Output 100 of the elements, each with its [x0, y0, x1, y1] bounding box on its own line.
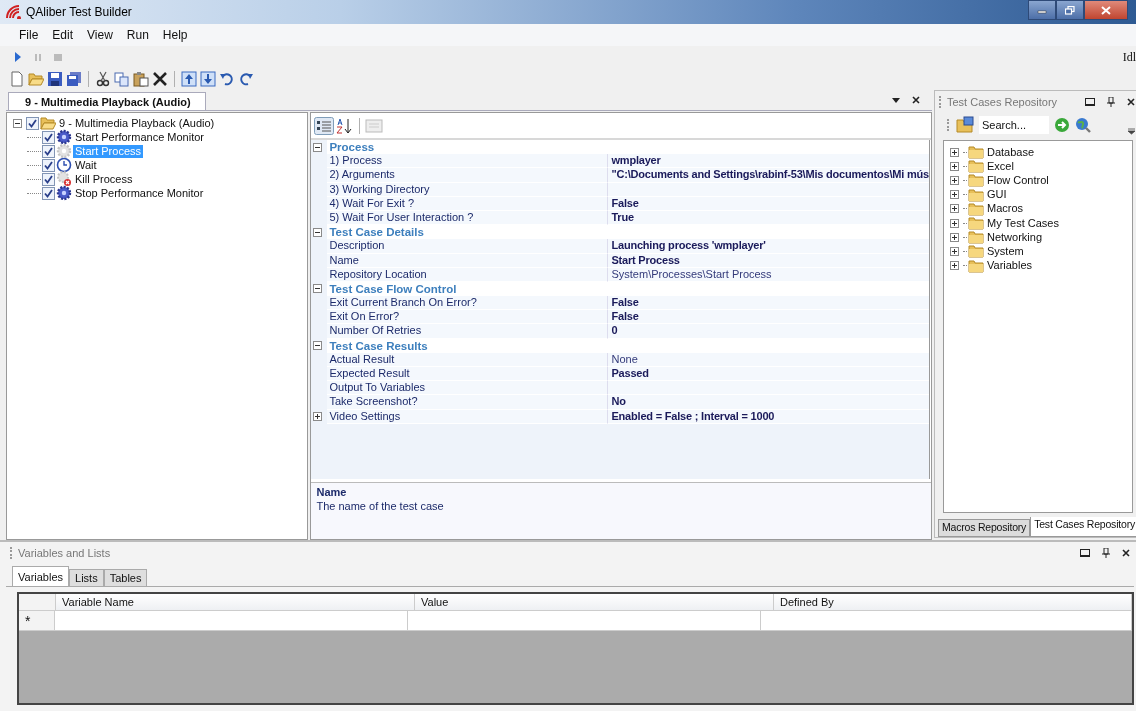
expander-icon[interactable] — [950, 218, 959, 228]
property-value[interactable]: No — [608, 395, 929, 410]
tab[interactable]: Test Cases Repository — [1030, 517, 1136, 537]
expander-icon[interactable] — [313, 142, 323, 152]
property-value[interactable]: False — [608, 296, 929, 311]
menu-item[interactable]: File — [12, 28, 46, 42]
cut-icon[interactable] — [95, 71, 111, 87]
description-title: Name — [316, 486, 348, 498]
tree-item[interactable]: Flow Control — [985, 173, 1051, 187]
expander-icon[interactable] — [950, 261, 959, 271]
tree-item[interactable]: Database — [985, 145, 1037, 159]
tree-item[interactable]: Wait — [73, 158, 99, 172]
move-down-icon[interactable] — [200, 71, 216, 87]
tree-item[interactable]: Start Performance Monitor — [73, 130, 206, 144]
tree-item[interactable]: Kill Process — [73, 172, 135, 186]
category-label: Test Case Details — [328, 225, 424, 240]
redo-icon[interactable] — [238, 71, 254, 87]
expander-icon[interactable] — [313, 412, 323, 422]
checkbox[interactable] — [42, 144, 55, 158]
close-icon — [1101, 5, 1111, 15]
property-name: Output To Variables — [327, 381, 609, 396]
panel-title: Variables and Lists — [18, 547, 111, 559]
search-field[interactable]: Search... — [979, 116, 1049, 134]
property-value[interactable]: Passed — [608, 367, 929, 382]
play-icon[interactable] — [14, 52, 22, 62]
minimize-button[interactable] — [1028, 0, 1056, 20]
tree-item[interactable]: Variables — [985, 259, 1035, 273]
folder-icon — [968, 200, 984, 217]
save-all-icon[interactable] — [66, 71, 82, 87]
property-value[interactable]: wmplayer — [608, 154, 929, 169]
tab[interactable]: Variables — [12, 566, 70, 586]
maximize-button[interactable] — [1056, 0, 1084, 20]
property-value[interactable]: False — [608, 310, 929, 325]
column-header[interactable]: Value — [415, 594, 774, 610]
expander-icon[interactable] — [950, 246, 959, 256]
tree-item[interactable]: Excel — [985, 159, 1016, 173]
window-position-icon[interactable] — [1080, 548, 1090, 558]
checkbox[interactable] — [42, 172, 55, 186]
property-value[interactable]: Launching process 'wmplayer' — [608, 239, 929, 254]
menu-item[interactable]: Edit — [45, 28, 81, 42]
property-value[interactable]: "C:\Documents and Settings\rabinf-53\Mis documentos\Mi mús — [608, 168, 929, 183]
tab[interactable]: Macros Repository — [938, 519, 1031, 537]
expander-icon[interactable] — [950, 204, 959, 214]
gear-icon — [56, 129, 72, 145]
tree-item[interactable]: Stop Performance Monitor — [73, 186, 206, 200]
tree-item[interactable]: 9 - Multimedia Playback (Audio) — [57, 116, 217, 130]
new-row-marker: * — [19, 611, 55, 630]
tree-item[interactable]: GUI — [985, 188, 1009, 202]
expander-icon[interactable] — [13, 118, 22, 128]
overflow-icon[interactable] — [1128, 127, 1135, 135]
expander-icon[interactable] — [313, 341, 323, 351]
status-text: Idl — [1122, 49, 1136, 65]
tree-item[interactable]: System — [985, 244, 1026, 258]
expander-icon[interactable] — [313, 227, 323, 237]
column-header[interactable]: Defined By — [774, 594, 1132, 610]
pin-icon[interactable] — [1102, 548, 1110, 558]
expander-icon[interactable] — [950, 161, 959, 171]
expander-icon[interactable] — [950, 175, 959, 185]
tree-item[interactable]: Macros — [985, 202, 1026, 216]
menu-item[interactable]: View — [80, 28, 120, 42]
checkbox[interactable] — [42, 158, 55, 172]
property-name: Exit On Error? — [327, 310, 609, 325]
pin-icon[interactable] — [1107, 97, 1115, 107]
close-button[interactable] — [1084, 0, 1128, 20]
restore-icon — [1065, 5, 1075, 15]
folder-icon — [968, 158, 984, 175]
close-icon[interactable] — [1122, 549, 1130, 557]
save-icon[interactable] — [47, 71, 63, 87]
tab[interactable]: Lists — [69, 569, 104, 586]
dropdown-icon[interactable] — [892, 97, 900, 103]
property-name: Take Screenshot? — [327, 395, 609, 410]
close-icon[interactable] — [1127, 98, 1135, 106]
property-name: 2) Arguments — [327, 168, 609, 183]
delete-icon[interactable] — [152, 71, 168, 87]
expander-icon[interactable] — [950, 147, 959, 157]
move-up-icon[interactable] — [181, 71, 197, 87]
tab[interactable]: Tables — [103, 569, 148, 586]
expander-icon[interactable] — [313, 284, 323, 294]
document-tab[interactable]: 9 - Multimedia Playback (Audio) — [8, 92, 206, 110]
tree-item[interactable]: Networking — [985, 230, 1045, 244]
new-file-icon[interactable] — [9, 71, 25, 87]
search-globe-icon[interactable] — [1075, 117, 1091, 133]
window-title: QAliber Test Builder — [26, 5, 132, 19]
categorized-view-icon[interactable] — [314, 116, 335, 135]
panel-title: Test Cases Repository — [947, 96, 1058, 108]
window-position-icon[interactable] — [1085, 97, 1095, 107]
checkbox[interactable] — [26, 116, 39, 130]
checkbox[interactable] — [42, 130, 55, 144]
undo-icon[interactable] — [219, 71, 235, 87]
menu-item[interactable]: Help — [155, 28, 195, 42]
tree-item[interactable]: My Test Cases — [985, 216, 1061, 230]
expander-icon[interactable] — [950, 190, 959, 200]
menu-item[interactable]: Run — [119, 28, 156, 42]
column-header[interactable]: Variable Name — [56, 594, 415, 610]
close-icon[interactable] — [912, 96, 920, 104]
checkbox[interactable] — [42, 186, 55, 200]
expander-icon[interactable] — [950, 232, 959, 242]
open-folder-icon[interactable] — [956, 116, 974, 134]
paste-icon[interactable] — [133, 71, 149, 87]
property-value[interactable]: 0 — [608, 324, 929, 339]
